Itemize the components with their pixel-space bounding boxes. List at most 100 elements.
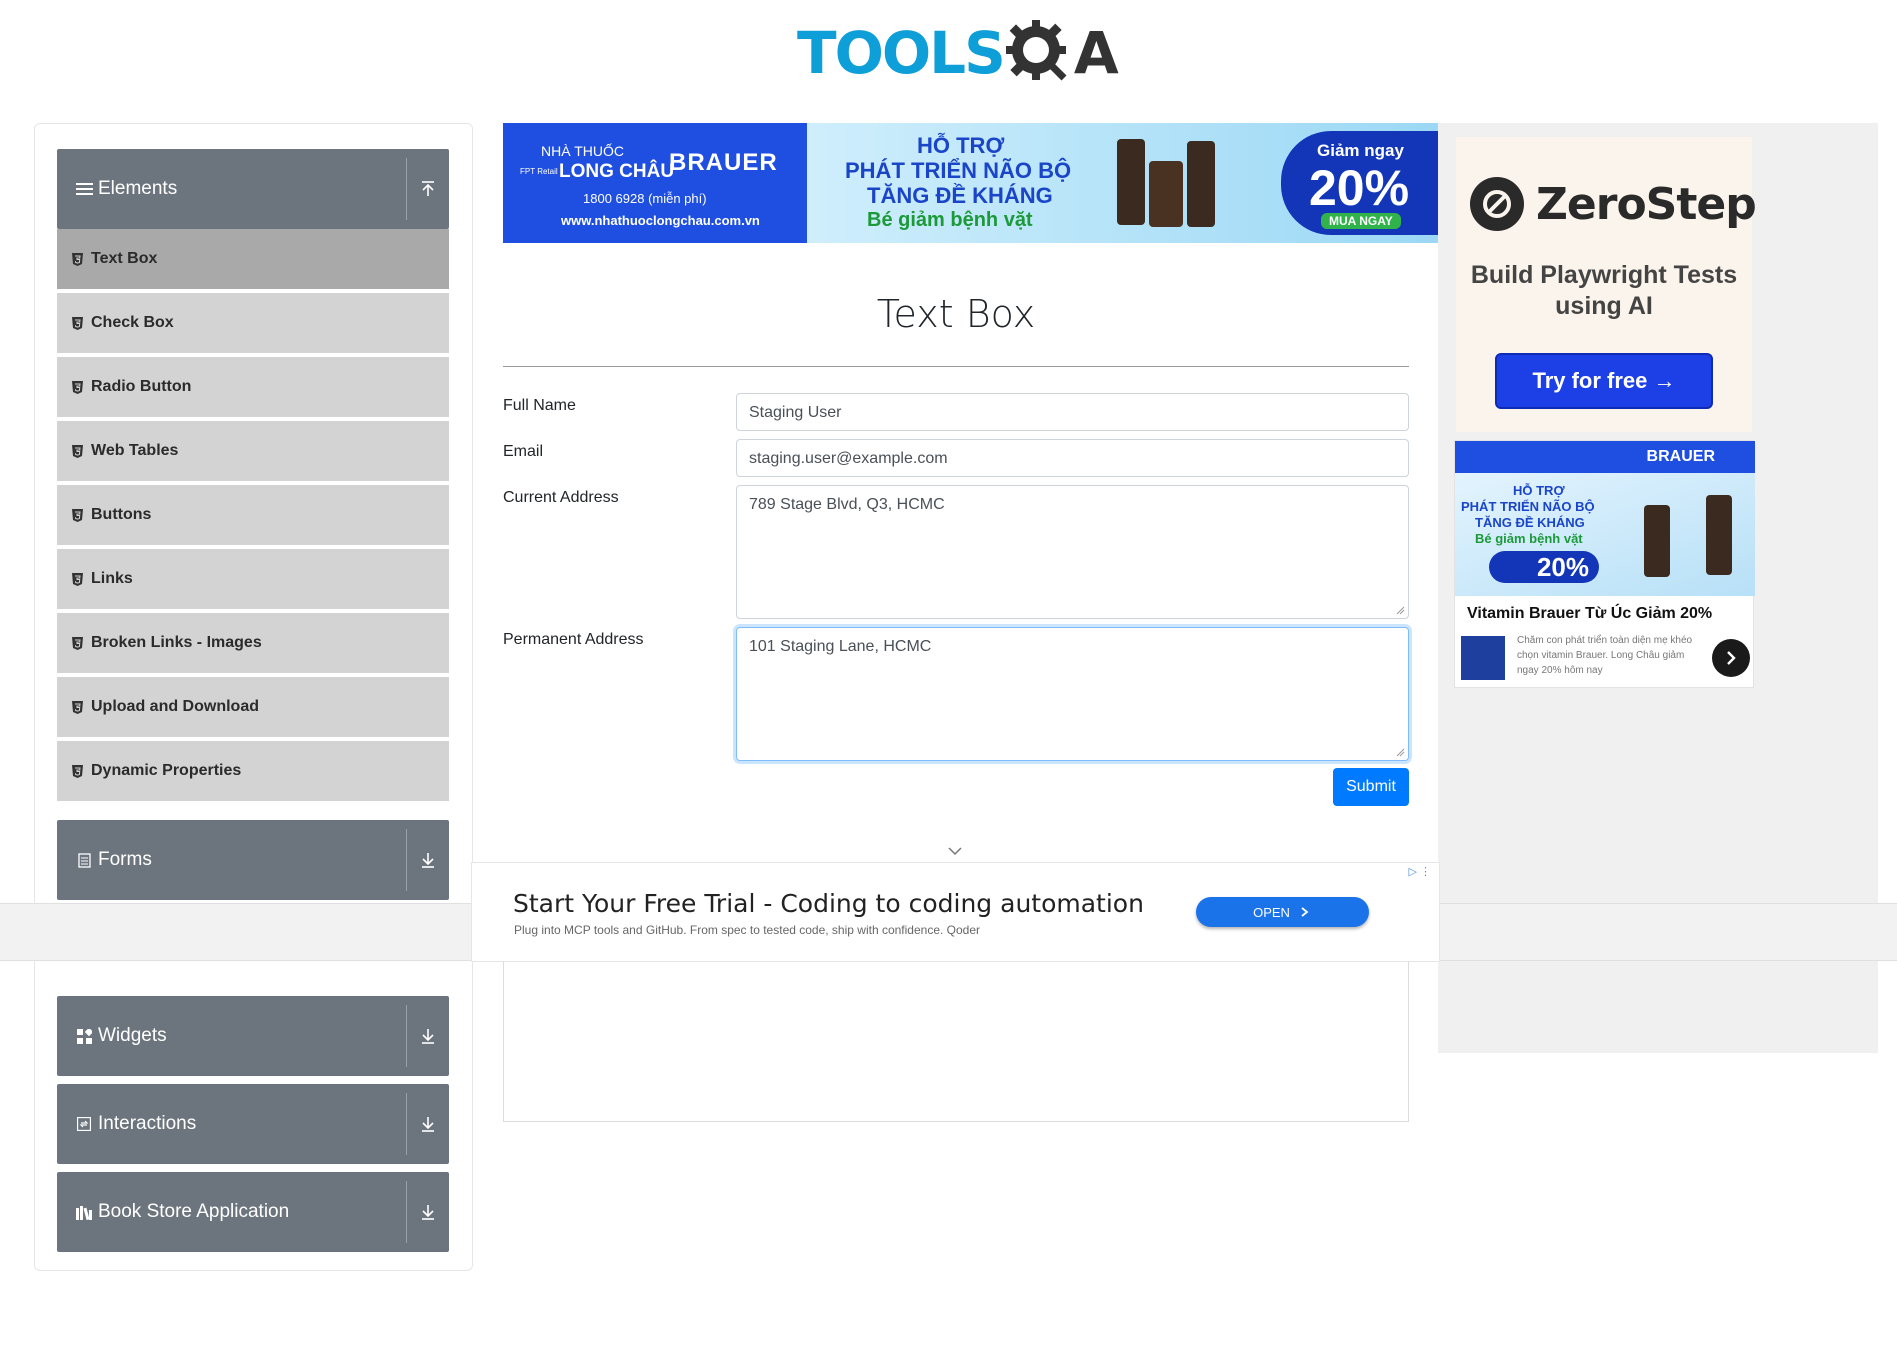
ad-line2: PHÁT TRIỂN NÃO BỘ xyxy=(845,158,1072,183)
sidebar-item-label: Web Tables xyxy=(91,442,179,459)
resize-handle-icon[interactable] xyxy=(1396,748,1405,757)
toolsqa-logo[interactable]: TOOLS A xyxy=(797,14,1119,92)
longchau-ad-card[interactable]: BRAUER HỖ TRỢ PHÁT TRIỂN NÃO BỘ TĂNG ĐỀ … xyxy=(1454,440,1755,688)
collapse-up-icon[interactable] xyxy=(407,181,449,197)
sidebar-item-buttons[interactable]: Buttons xyxy=(57,485,449,547)
email-input[interactable]: staging.user@example.com xyxy=(736,439,1409,477)
lc-line4: Bé giảm bệnh vặt xyxy=(1475,531,1583,546)
forms-icon xyxy=(74,852,94,868)
expand-down-icon[interactable] xyxy=(407,1204,449,1220)
html5-icon xyxy=(72,508,83,522)
sidebar-item-links[interactable]: Links xyxy=(57,549,449,611)
title-divider xyxy=(503,366,1409,367)
sidebar-item-radio-button[interactable]: Radio Button xyxy=(57,357,449,419)
gear-magnifier-icon xyxy=(1005,20,1067,81)
full-name-label: Full Name xyxy=(503,397,576,414)
expand-down-icon[interactable] xyxy=(407,852,449,868)
lc-line3: TĂNG ĐỀ KHÁNG xyxy=(1475,515,1585,530)
ad-site: www.nhathuoclongchau.com.vn xyxy=(561,213,760,228)
logo-a-text: A xyxy=(1073,19,1119,87)
output-box xyxy=(503,960,1409,1122)
current-address-value: 789 Stage Blvd, Q3, HCMC xyxy=(749,496,945,513)
longchau-ad-title: Vitamin Brauer Từ Úc Giảm 20% xyxy=(1467,605,1713,622)
ad-brand-small: NHÀ THUỐC xyxy=(541,143,624,159)
group-header-widgets[interactable]: Widgets xyxy=(57,996,449,1076)
sidebar-item-upload-download[interactable]: Upload and Download xyxy=(57,677,449,739)
ad-discount-label: Giảm ngay xyxy=(1317,141,1404,160)
ad-cta: MUA NGAY xyxy=(1321,213,1401,229)
sidebar-item-label: Text Box xyxy=(91,250,158,267)
longchau-ad-brand: BRAUER xyxy=(1455,441,1755,473)
zerostep-ad[interactable]: ZeroStep Build Playwright Tests using AI… xyxy=(1456,137,1757,432)
full-name-input[interactable]: Staging User xyxy=(736,393,1409,431)
longchau-ad-copy: HỖ TRỢ PHÁT TRIỂN NÃO BỘ TĂNG ĐỀ KHÁNG B… xyxy=(1461,483,1595,547)
sidebar-item-dynamic-properties[interactable]: Dynamic Properties xyxy=(57,741,449,803)
group-header-elements[interactable]: Elements xyxy=(57,149,449,229)
widgets-icon xyxy=(74,1028,94,1044)
html5-icon xyxy=(72,380,83,394)
sidebar: Elements Text Box Check Box Radio Button… xyxy=(34,123,473,1271)
sidebar-item-broken-links[interactable]: Broken Links - Images xyxy=(57,613,449,675)
full-name-value: Staging User xyxy=(749,404,842,421)
hamburger-icon xyxy=(74,182,94,196)
html5-icon xyxy=(72,700,83,714)
sidebar-item-label: Dynamic Properties xyxy=(91,762,242,779)
html5-icon xyxy=(72,764,83,778)
permanent-address-value: 101 Staging Lane, HCMC xyxy=(749,638,932,655)
zerostep-logo: ZeroStep xyxy=(1470,177,1757,231)
ad-line3: TĂNG ĐỀ KHÁNG xyxy=(867,183,1053,208)
bottom-ad[interactable]: ▷ ⋮ Start Your Free Trial - Coding to co… xyxy=(471,862,1440,962)
chevron-right-icon xyxy=(1301,907,1309,917)
lc-line2: PHÁT TRIỂN NÃO BỘ xyxy=(1461,499,1595,514)
sidebar-item-label: Radio Button xyxy=(91,378,192,395)
html5-icon xyxy=(72,444,83,458)
sidebar-item-label: Links xyxy=(91,570,133,587)
longchau-ad-image: BRAUER HỖ TRỢ PHÁT TRIỂN NÃO BỘ TĂNG ĐỀ … xyxy=(1455,441,1755,596)
page-title: Text Box xyxy=(876,292,1036,336)
logo-tools-text: TOOLS xyxy=(797,19,1006,87)
try-for-free-button[interactable]: Try for free → xyxy=(1495,353,1713,409)
current-address-textarea[interactable]: 789 Stage Blvd, Q3, HCMC xyxy=(736,485,1409,619)
email-value: staging.user@example.com xyxy=(749,450,948,467)
sidebar-item-text-box[interactable]: Text Box xyxy=(57,229,449,291)
html5-icon xyxy=(72,316,83,330)
sidebar-item-label: Upload and Download xyxy=(91,698,259,715)
ad-phone: 1800 6928 (miễn phí) xyxy=(583,191,707,206)
expand-down-icon[interactable] xyxy=(407,1028,449,1044)
zerostep-tagline: Build Playwright Tests using AI xyxy=(1470,261,1738,320)
books-icon xyxy=(74,1205,94,1220)
email-label: Email xyxy=(503,443,544,460)
ad-brand-panel: NHÀ THUỐC FPT Retail LONG CHÂU BRAUER 18… xyxy=(503,123,807,243)
sidebar-item-check-box[interactable]: Check Box xyxy=(57,293,449,355)
adchoices-icon[interactable]: ▷ ⋮ xyxy=(1408,865,1431,878)
html5-icon xyxy=(72,572,83,586)
chevron-right-icon[interactable] xyxy=(1712,639,1750,677)
expand-down-icon[interactable] xyxy=(407,1116,449,1132)
group-label-widgets: Widgets xyxy=(98,1025,167,1046)
group-header-interactions[interactable]: Interactions xyxy=(57,1084,449,1164)
permanent-address-textarea[interactable]: 101 Staging Lane, HCMC xyxy=(736,627,1409,761)
page: TOOLS A Elements Text Box Check Box Radi… xyxy=(0,0,1897,1370)
bottom-ad-title: Start Your Free Trial - Coding to coding… xyxy=(513,889,1144,918)
longchau-ad-description: Chăm con phát triển toàn diện mẹ khéo ch… xyxy=(1517,635,1693,676)
ad-line1: HỖ TRỢ xyxy=(917,133,1005,158)
ad-promo-panel: HỖ TRỢ PHÁT TRIỂN NÃO BỘ TĂNG ĐỀ KHÁNG B… xyxy=(807,123,1438,243)
open-button[interactable]: OPEN xyxy=(1196,897,1369,927)
submit-button[interactable]: Submit xyxy=(1333,768,1409,806)
group-header-book-store[interactable]: Book Store Application xyxy=(57,1172,449,1252)
ad-products-image xyxy=(1107,131,1217,235)
zerostep-name: ZeroStep xyxy=(1536,178,1757,230)
sidebar-item-web-tables[interactable]: Web Tables xyxy=(57,421,449,483)
chevron-down-icon[interactable] xyxy=(948,846,962,856)
group-label-interactions: Interactions xyxy=(98,1113,197,1134)
ad-discount-value: 20% xyxy=(1309,160,1410,216)
sidebar-item-label: Broken Links - Images xyxy=(91,634,262,651)
group-label-forms: Forms xyxy=(98,849,152,870)
permanent-address-label: Permanent Address xyxy=(503,631,644,648)
group-header-forms[interactable]: Forms xyxy=(57,820,449,900)
ad-line4: Bé giảm bệnh vặt xyxy=(867,209,1033,231)
top-banner-ad[interactable]: NHÀ THUỐC FPT Retail LONG CHÂU BRAUER 18… xyxy=(503,123,1438,243)
lc-discount-badge: 20% xyxy=(1489,551,1599,583)
resize-handle-icon[interactable] xyxy=(1396,606,1405,615)
group-label-elements: Elements xyxy=(98,178,178,199)
